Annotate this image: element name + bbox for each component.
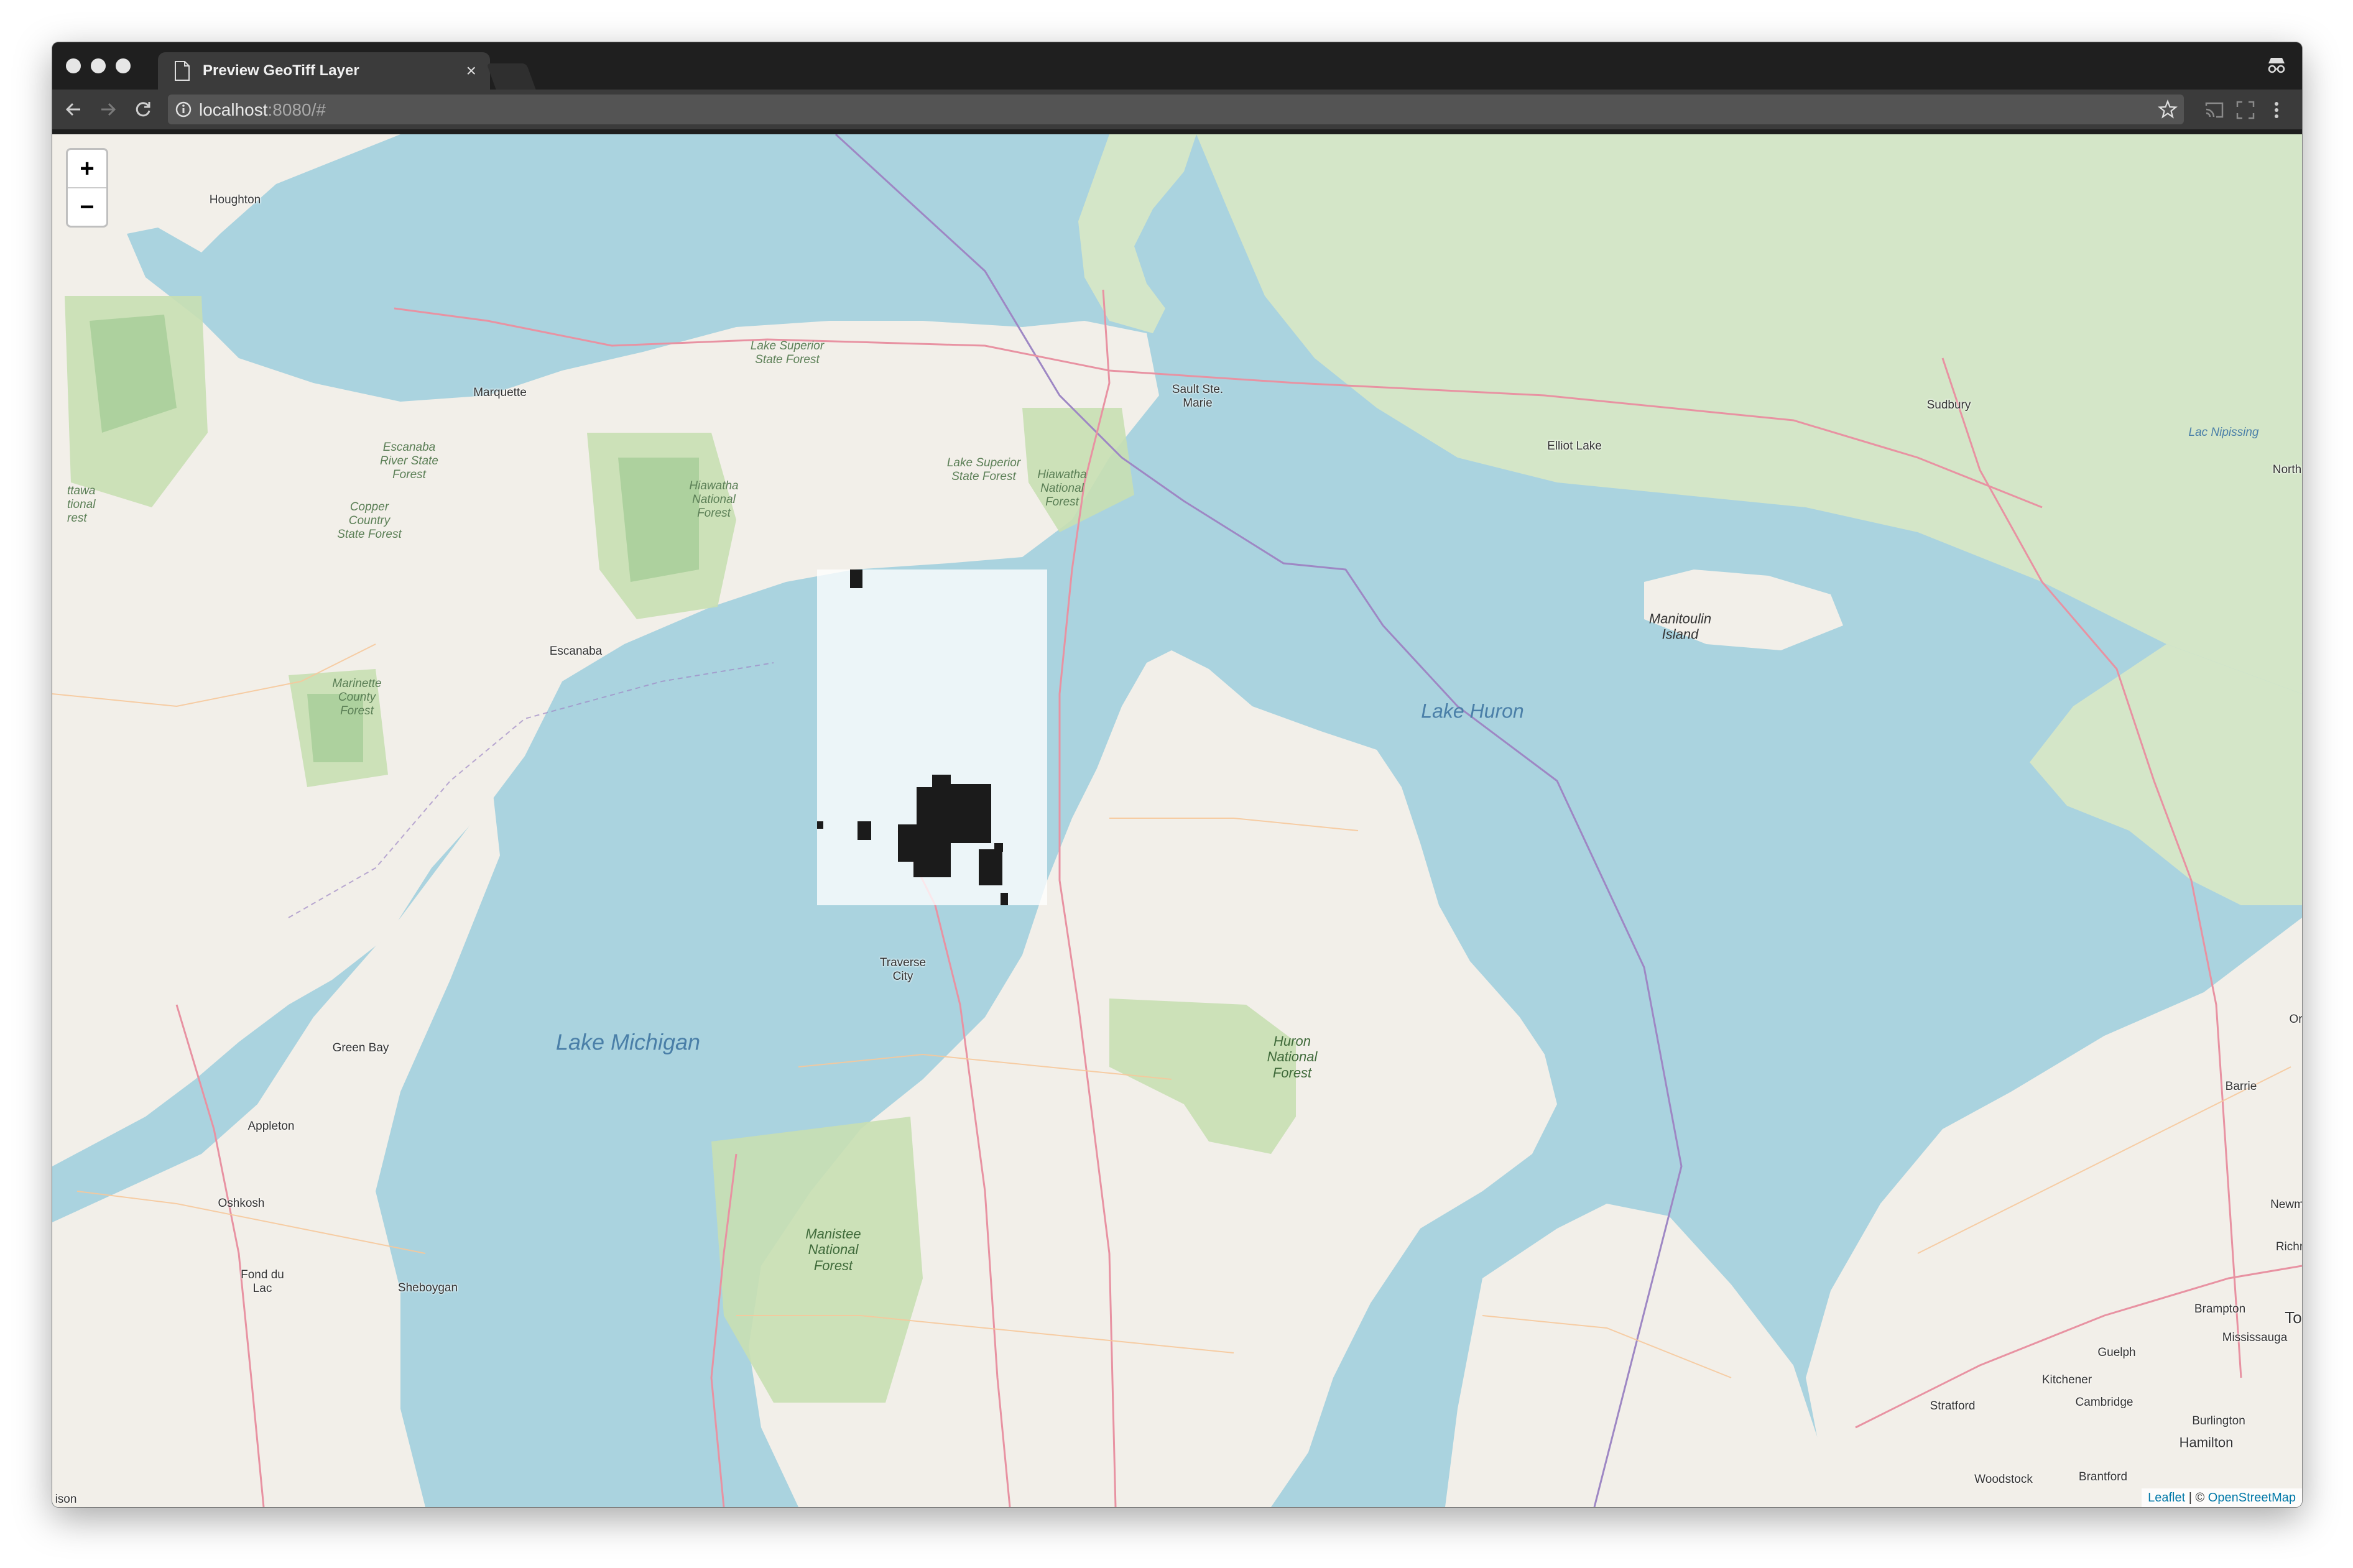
map-attribution: Leaflet | © OpenStreetMap [2142, 1488, 2302, 1507]
minimize-window-button[interactable] [91, 58, 106, 73]
leaflet-link[interactable]: Leaflet [2148, 1491, 2185, 1505]
label-elliot-lake: Elliot Lake [1547, 440, 1602, 453]
title-bar: Preview GeoTiff Layer × [52, 42, 2302, 90]
label-appleton: Appleton [247, 1120, 295, 1133]
label-guelph: Guelph [2097, 1346, 2136, 1360]
label-houghton: Houghton [209, 193, 261, 207]
menu-kebab-icon[interactable] [2266, 99, 2287, 121]
label-hiawatha-nf-east: Hiawatha National Forest [1037, 468, 1087, 509]
label-manistee-nf: Manistee National Forest [805, 1226, 861, 1273]
label-woodstock: Woodstock [1974, 1473, 2033, 1487]
tab-preview-geotiff[interactable]: Preview GeoTiff Layer × [158, 52, 490, 90]
label-marinette-cf: Marinette County Forest [332, 677, 382, 717]
bookmark-star-icon[interactable] [2158, 99, 2178, 119]
label-barrie: Barrie [2225, 1080, 2257, 1094]
back-button[interactable] [61, 97, 86, 122]
url-path: :8080/# [267, 100, 326, 119]
label-mississauga: Mississauga [2222, 1331, 2288, 1345]
label-lake-michigan: Lake Michigan [555, 1029, 701, 1055]
label-copper-country-sf: Copper Country State Forest [337, 500, 402, 541]
address-bar[interactable]: localhost:8080/# [168, 95, 2184, 124]
tab-title: Preview GeoTiff Layer [203, 62, 359, 79]
label-lake-superior-sf-2: Lake Superior State Forest [946, 456, 1021, 483]
tab-close-icon[interactable]: × [466, 61, 476, 81]
zoom-control: + − [66, 148, 108, 228]
label-escanaba-river-sf: Escanaba River State Forest [380, 441, 438, 481]
label-traverse-city: Traverse City [879, 956, 927, 983]
forward-button[interactable] [96, 97, 121, 122]
label-fond-du-lac: Fond du Lac [241, 1268, 284, 1295]
label-sault-ste-marie: Sault Ste. Marie [1172, 383, 1224, 410]
label-hiawatha-nf-west: Hiawatha National Forest [689, 479, 739, 520]
label-lac-nipissing: Lac Nipissing [2188, 426, 2259, 440]
label-sheboygan: Sheboygan [397, 1281, 458, 1295]
label-escanaba: Escanaba [549, 645, 603, 658]
label-stratford: Stratford [1930, 1400, 1976, 1413]
label-brampton: Brampton [2194, 1303, 2246, 1316]
label-marquette: Marquette [473, 386, 527, 400]
close-window-button[interactable] [66, 58, 81, 73]
incognito-icon [2268, 58, 2285, 73]
cast-icon[interactable] [2204, 99, 2225, 121]
map-viewport[interactable]: Lake Michigan Lake Huron Manitoulin Islan… [52, 134, 2302, 1507]
info-icon[interactable] [175, 101, 192, 118]
label-hamilton: Hamilton [2179, 1434, 2234, 1450]
openstreetmap-link[interactable]: OpenStreetMap [2208, 1491, 2296, 1505]
label-ottawa-nf: ttawa tional rest [67, 484, 96, 525]
url-host: localhost [199, 100, 268, 119]
label-lake-huron: Lake Huron [1421, 699, 1524, 722]
label-or: Or [2289, 1013, 2302, 1026]
screenshot-icon[interactable] [2235, 99, 2256, 121]
label-huron-nf: Huron National Forest [1267, 1033, 1318, 1081]
back-arrow-icon [65, 103, 80, 116]
label-cambridge: Cambridge [2075, 1396, 2133, 1409]
attribution-separator: | © [2185, 1490, 2208, 1505]
label-richr: Richr [2275, 1240, 2302, 1254]
label-brantford: Brantford [2078, 1470, 2128, 1484]
browser-window: Preview GeoTiff Layer × localhost:8080/# [52, 42, 2302, 1507]
label-newm: Newm [2270, 1198, 2302, 1212]
label-north: North [2272, 463, 2302, 477]
geotiff-layer[interactable] [817, 570, 1047, 905]
basemap [52, 134, 2302, 1507]
reload-icon [136, 102, 150, 117]
zoom-out-button[interactable]: − [68, 188, 106, 226]
forward-arrow-icon [101, 103, 116, 116]
document-icon [175, 61, 190, 81]
label-ison: ison [55, 1493, 77, 1506]
zoom-in-button[interactable]: + [68, 150, 106, 188]
label-burlington: Burlington [2192, 1414, 2245, 1428]
label-lake-superior-sf-1: Lake Superior State Forest [750, 339, 825, 366]
reload-button[interactable] [131, 97, 155, 122]
label-oshkosh: Oshkosh [218, 1197, 265, 1211]
label-sudbury: Sudbury [1926, 399, 1971, 412]
maximize-window-button[interactable] [116, 58, 131, 73]
browser-toolbar: localhost:8080/# [52, 90, 2302, 129]
url-text[interactable]: localhost:8080/# [199, 100, 326, 120]
label-green-bay: Green Bay [332, 1041, 389, 1055]
new-tab-button[interactable] [486, 63, 536, 90]
label-kitchener: Kitchener [2041, 1373, 2092, 1387]
label-to: To [2285, 1308, 2302, 1327]
label-manitoulin-island: Manitoulin Island [1648, 611, 1712, 642]
